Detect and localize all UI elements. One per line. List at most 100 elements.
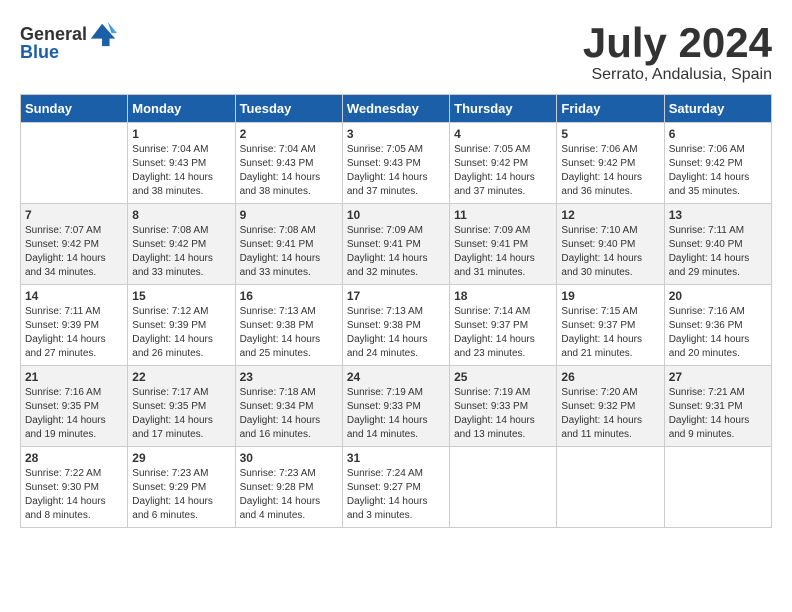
- day-info: Sunrise: 7:19 AMSunset: 9:33 PMDaylight:…: [347, 386, 445, 442]
- col-header-saturday: Saturday: [664, 95, 771, 123]
- calendar-cell: 27 Sunrise: 7:21 AMSunset: 9:31 PMDayligh…: [664, 366, 771, 447]
- day-info: Sunrise: 7:05 AMSunset: 9:43 PMDaylight:…: [347, 143, 445, 199]
- day-number: 19: [561, 289, 659, 303]
- calendar-cell: 21 Sunrise: 7:16 AMSunset: 9:35 PMDayligh…: [21, 366, 128, 447]
- calendar-cell: 7Sunrise: 7:07 AMSunset: 9:42 PMDaylight…: [21, 204, 128, 285]
- col-header-thursday: Thursday: [450, 95, 557, 123]
- day-info: Sunrise: 7:12 AMSunset: 9:39 PMDaylight:…: [132, 305, 230, 361]
- day-number: 29: [132, 451, 230, 465]
- day-info: Sunrise: 7:23 AMSunset: 9:29 PMDaylight:…: [132, 467, 230, 523]
- day-info: Sunrise: 7:13 AMSunset: 9:38 PMDaylight:…: [347, 305, 445, 361]
- calendar-cell: 5 Sunrise: 7:06 AMSunset: 9:42 PMDaylight…: [557, 123, 664, 204]
- col-header-tuesday: Tuesday: [235, 95, 342, 123]
- day-number: 28: [25, 451, 123, 465]
- day-number: 21: [25, 370, 123, 384]
- day-info: Sunrise: 7:06 AMSunset: 9:42 PMDaylight:…: [561, 143, 659, 199]
- day-number: 25: [454, 370, 552, 384]
- calendar-cell: 8 Sunrise: 7:08 AMSunset: 9:42 PMDaylight…: [128, 204, 235, 285]
- day-number: 13: [669, 208, 767, 222]
- day-info: Sunrise: 7:16 AMSunset: 9:35 PMDaylight:…: [25, 386, 123, 442]
- calendar-cell: 16 Sunrise: 7:13 AMSunset: 9:38 PMDayligh…: [235, 285, 342, 366]
- day-info: Sunrise: 7:21 AMSunset: 9:31 PMDaylight:…: [669, 386, 767, 442]
- day-info: Sunrise: 7:05 AMSunset: 9:42 PMDaylight:…: [454, 143, 552, 199]
- calendar-cell: 1Sunrise: 7:04 AMSunset: 9:43 PMDaylight…: [128, 123, 235, 204]
- calendar-cell: 14Sunrise: 7:11 AMSunset: 9:39 PMDayligh…: [21, 285, 128, 366]
- calendar-cell: 28 Sunrise: 7:22 AMSunset: 9:30 PMDayligh…: [21, 447, 128, 528]
- calendar-cell: 20Sunrise: 7:16 AMSunset: 9:36 PMDayligh…: [664, 285, 771, 366]
- day-number: 16: [240, 289, 338, 303]
- col-header-sunday: Sunday: [21, 95, 128, 123]
- calendar-cell: 11Sunrise: 7:09 AMSunset: 9:41 PMDayligh…: [450, 204, 557, 285]
- location-subtitle: Serrato, Andalusia, Spain: [583, 66, 772, 84]
- day-info: Sunrise: 7:06 AMSunset: 9:42 PMDaylight:…: [669, 143, 767, 199]
- calendar-cell: [21, 123, 128, 204]
- calendar-cell: 30 Sunrise: 7:23 AMSunset: 9:28 PMDayligh…: [235, 447, 342, 528]
- day-info: Sunrise: 7:10 AMSunset: 9:40 PMDaylight:…: [561, 224, 659, 280]
- calendar-cell: 15Sunrise: 7:12 AMSunset: 9:39 PMDayligh…: [128, 285, 235, 366]
- day-number: 14: [25, 289, 123, 303]
- day-number: 18: [454, 289, 552, 303]
- col-header-friday: Friday: [557, 95, 664, 123]
- calendar-cell: 12 Sunrise: 7:10 AMSunset: 9:40 PMDayligh…: [557, 204, 664, 285]
- calendar-week-row: 1 Sunrise: 7:04 AMSunset: 9:43 PMDaylight…: [21, 123, 772, 204]
- day-number: 9: [240, 208, 338, 222]
- day-info: Sunrise: 7:19 AMSunset: 9:33 PMDaylight:…: [454, 386, 552, 442]
- calendar-cell: 31Sunrise: 7:24 AMSunset: 9:27 PMDayligh…: [342, 447, 449, 528]
- day-info: Sunrise: 7:24 AMSunset: 9:27 PMDaylight:…: [347, 467, 445, 523]
- calendar-table: SundayMondayTuesdayWednesdayThursdayFrid…: [20, 94, 772, 528]
- day-info: Sunrise: 7:08 AMSunset: 9:41 PMDaylight:…: [240, 224, 338, 280]
- title-area: July 2024 Serrato, Andalusia, Spain: [583, 20, 772, 84]
- logo: General Blue: [20, 20, 117, 63]
- calendar-cell: 6Sunrise: 7:06 AMSunset: 9:42 PMDaylight…: [664, 123, 771, 204]
- calendar-cell: [664, 447, 771, 528]
- day-info: Sunrise: 7:18 AMSunset: 9:34 PMDaylight:…: [240, 386, 338, 442]
- day-info: Sunrise: 7:08 AMSunset: 9:42 PMDaylight:…: [132, 224, 230, 280]
- day-number: 5: [561, 127, 659, 141]
- col-header-monday: Monday: [128, 95, 235, 123]
- calendar-cell: 9 Sunrise: 7:08 AMSunset: 9:41 PMDaylight…: [235, 204, 342, 285]
- day-number: 8: [132, 208, 230, 222]
- header: General Blue July 2024 Serrato, Andalusi…: [20, 20, 772, 84]
- day-info: Sunrise: 7:23 AMSunset: 9:28 PMDaylight:…: [240, 467, 338, 523]
- day-info: Sunrise: 7:15 AMSunset: 9:37 PMDaylight:…: [561, 305, 659, 361]
- day-number: 10: [347, 208, 445, 222]
- day-number: 17: [347, 289, 445, 303]
- calendar-cell: 10 Sunrise: 7:09 AMSunset: 9:41 PMDayligh…: [342, 204, 449, 285]
- calendar-cell: 18 Sunrise: 7:14 AMSunset: 9:37 PMDayligh…: [450, 285, 557, 366]
- logo-icon: [89, 20, 117, 48]
- calendar-week-row: 21 Sunrise: 7:16 AMSunset: 9:35 PMDayligh…: [21, 366, 772, 447]
- day-number: 30: [240, 451, 338, 465]
- day-info: Sunrise: 7:09 AMSunset: 9:41 PMDaylight:…: [454, 224, 552, 280]
- calendar-cell: 25 Sunrise: 7:19 AMSunset: 9:33 PMDayligh…: [450, 366, 557, 447]
- calendar-cell: 2Sunrise: 7:04 AMSunset: 9:43 PMDaylight…: [235, 123, 342, 204]
- calendar-week-row: 14Sunrise: 7:11 AMSunset: 9:39 PMDayligh…: [21, 285, 772, 366]
- calendar-week-row: 7Sunrise: 7:07 AMSunset: 9:42 PMDaylight…: [21, 204, 772, 285]
- day-info: Sunrise: 7:22 AMSunset: 9:30 PMDaylight:…: [25, 467, 123, 523]
- calendar-week-row: 28 Sunrise: 7:22 AMSunset: 9:30 PMDayligh…: [21, 447, 772, 528]
- day-number: 12: [561, 208, 659, 222]
- day-info: Sunrise: 7:13 AMSunset: 9:38 PMDaylight:…: [240, 305, 338, 361]
- day-info: Sunrise: 7:16 AMSunset: 9:36 PMDaylight:…: [669, 305, 767, 361]
- calendar-cell: 23Sunrise: 7:18 AMSunset: 9:34 PMDayligh…: [235, 366, 342, 447]
- calendar-cell: 29 Sunrise: 7:23 AMSunset: 9:29 PMDayligh…: [128, 447, 235, 528]
- day-info: Sunrise: 7:09 AMSunset: 9:41 PMDaylight:…: [347, 224, 445, 280]
- day-number: 3: [347, 127, 445, 141]
- calendar-cell: [450, 447, 557, 528]
- day-number: 1: [132, 127, 230, 141]
- day-number: 27: [669, 370, 767, 384]
- day-info: Sunrise: 7:11 AMSunset: 9:40 PMDaylight:…: [669, 224, 767, 280]
- calendar-cell: 26Sunrise: 7:20 AMSunset: 9:32 PMDayligh…: [557, 366, 664, 447]
- calendar-cell: 13 Sunrise: 7:11 AMSunset: 9:40 PMDayligh…: [664, 204, 771, 285]
- day-info: Sunrise: 7:20 AMSunset: 9:32 PMDaylight:…: [561, 386, 659, 442]
- day-info: Sunrise: 7:14 AMSunset: 9:37 PMDaylight:…: [454, 305, 552, 361]
- calendar-cell: 22Sunrise: 7:17 AMSunset: 9:35 PMDayligh…: [128, 366, 235, 447]
- calendar-cell: 24 Sunrise: 7:19 AMSunset: 9:33 PMDayligh…: [342, 366, 449, 447]
- calendar-cell: 17 Sunrise: 7:13 AMSunset: 9:38 PMDayligh…: [342, 285, 449, 366]
- day-number: 24: [347, 370, 445, 384]
- day-info: Sunrise: 7:17 AMSunset: 9:35 PMDaylight:…: [132, 386, 230, 442]
- day-info: Sunrise: 7:04 AMSunset: 9:43 PMDaylight:…: [240, 143, 338, 199]
- day-number: 7: [25, 208, 123, 222]
- calendar-cell: 19 Sunrise: 7:15 AMSunset: 9:37 PMDayligh…: [557, 285, 664, 366]
- calendar-header-row: SundayMondayTuesdayWednesdayThursdayFrid…: [21, 95, 772, 123]
- col-header-wednesday: Wednesday: [342, 95, 449, 123]
